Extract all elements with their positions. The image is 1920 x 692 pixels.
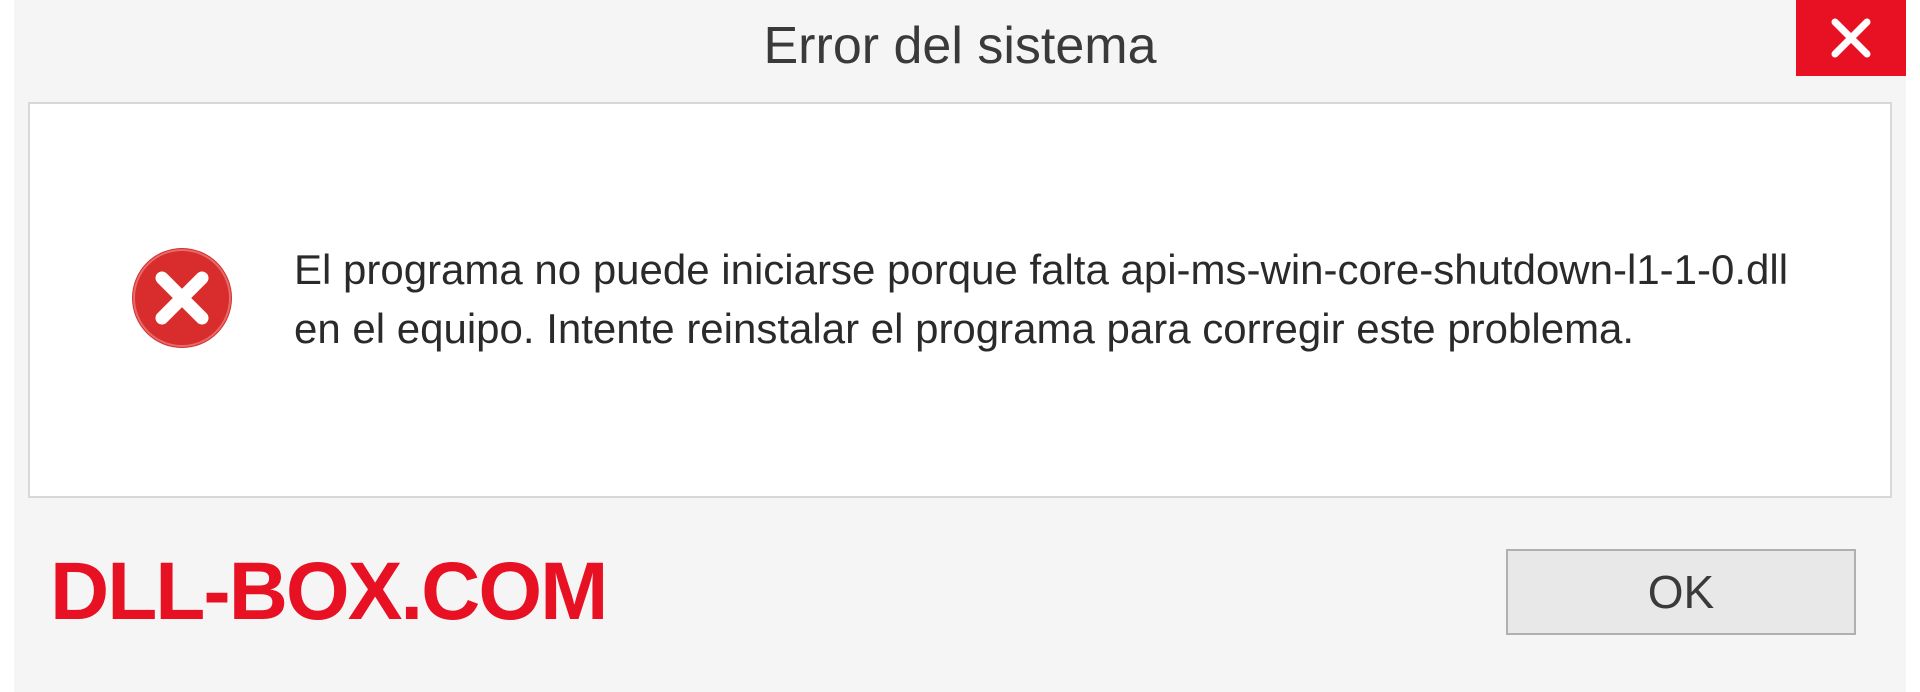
error-message: El programa no puede iniciarse porque fa… [294,241,1814,359]
close-button[interactable] [1796,0,1906,76]
close-icon [1829,16,1873,60]
ok-button[interactable]: OK [1506,549,1856,635]
content-area: El programa no puede iniciarse porque fa… [28,102,1892,498]
titlebar: Error del sistema [14,0,1906,92]
dialog-title: Error del sistema [764,16,1157,76]
watermark-text: DLL-BOX.COM [50,545,606,639]
footer-area: DLL-BOX.COM OK [14,512,1906,692]
error-dialog-window: Error del sistema El programa no puede i… [14,0,1906,692]
error-icon [130,246,234,350]
error-icon-container [130,246,234,355]
